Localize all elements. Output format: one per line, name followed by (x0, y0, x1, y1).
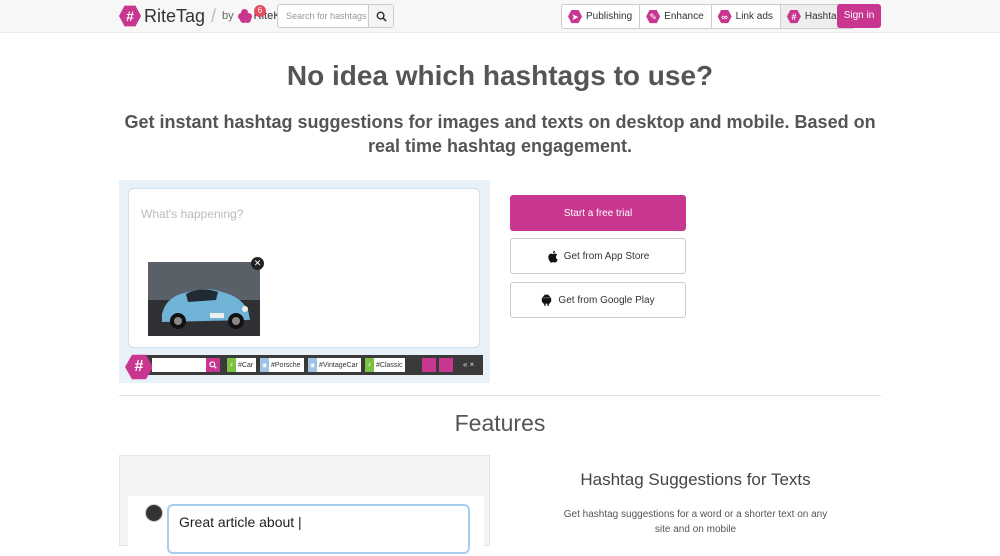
feature-demo-text: Great article about | (179, 514, 302, 530)
start-trial-button[interactable]: Start a free trial (510, 195, 686, 231)
search-icon (209, 361, 217, 369)
image-tool-button[interactable] (439, 358, 453, 372)
page-title: No idea which hashtags to use? (286, 60, 714, 91)
hashtag-icon: # (786, 9, 801, 24)
nav-link-ads-label: Link ads (735, 11, 773, 22)
hashtag-chip[interactable]: ⚡ #Classic (365, 358, 406, 372)
nav-publishing-button[interactable]: ➤ Publishing (562, 5, 641, 28)
eye-icon: ◉ (260, 358, 269, 372)
paper-plane-icon: ➤ (568, 9, 582, 24)
link-tool-button[interactable] (422, 358, 436, 372)
feature-text-input[interactable]: Great article about | (167, 504, 470, 554)
hashtag-search (277, 4, 394, 28)
brand-name: RiteTag (144, 5, 206, 26)
sign-in-button[interactable]: Sign in (837, 4, 881, 28)
hashtag-chip[interactable]: ◉ #Porsche (260, 358, 304, 372)
features-heading: Features (454, 410, 546, 436)
brand-by-label: by (222, 10, 234, 22)
bolt-icon: ⚡ (365, 358, 374, 372)
app-store-button[interactable]: Get from App Store (510, 238, 686, 274)
apple-icon (547, 250, 558, 263)
nav-link-ads-button[interactable]: ∞ Link ads (712, 5, 781, 28)
hashtag-chip[interactable]: ⚡ #Car (227, 358, 257, 372)
avatar (145, 504, 163, 522)
tag-bar-search-button[interactable] (206, 358, 220, 372)
link-icon: ∞ (717, 9, 732, 24)
brand-separator: / (211, 5, 217, 26)
compose-box[interactable]: What's happening? ✕ (128, 188, 480, 348)
google-play-label: Get from Google Play (558, 294, 655, 306)
eye-icon: ◉ (308, 358, 317, 372)
hashtag-logo-icon: # (119, 5, 141, 27)
google-play-button[interactable]: Get from Google Play (510, 282, 686, 318)
product-nav: ➤ Publishing ✎ Enhance ∞ Link ads # Hash… (561, 4, 856, 29)
bolt-icon: ⚡ (227, 358, 236, 372)
notification-badge[interactable]: 6 (254, 5, 266, 17)
nav-enhance-button[interactable]: ✎ Enhance (640, 5, 712, 28)
feature-title: Hashtag Suggestions for Texts (580, 470, 811, 489)
section-divider (119, 395, 881, 396)
ritekit-flower-icon (237, 9, 252, 23)
search-icon (376, 11, 387, 22)
nav-publishing-label: Publishing (586, 11, 633, 22)
pencil-icon: ✎ (646, 9, 661, 24)
android-icon (541, 294, 552, 306)
remove-image-button[interactable]: ✕ (251, 257, 264, 270)
app-store-label: Get from App Store (563, 250, 650, 262)
search-button[interactable] (368, 5, 393, 27)
car-photo (148, 262, 260, 336)
tag-bar-input[interactable] (152, 358, 206, 372)
hashtag-chip[interactable]: ◉ #VintageCar (308, 358, 361, 372)
demo-widget: What's happening? ✕ # ⚡ #Car ◉ #Porsche ◉ #… (119, 180, 490, 383)
nav-enhance-label: Enhance (664, 11, 704, 22)
hashtag-search-input[interactable] (278, 5, 368, 27)
collapse-close-controls[interactable]: « × (463, 360, 474, 369)
feature-description: Get hashtag suggestions for a word or a … (563, 509, 828, 535)
page-subtitle: Get instant hashtag suggestions for imag… (124, 112, 876, 156)
compose-placeholder: What's happening? (141, 207, 244, 221)
